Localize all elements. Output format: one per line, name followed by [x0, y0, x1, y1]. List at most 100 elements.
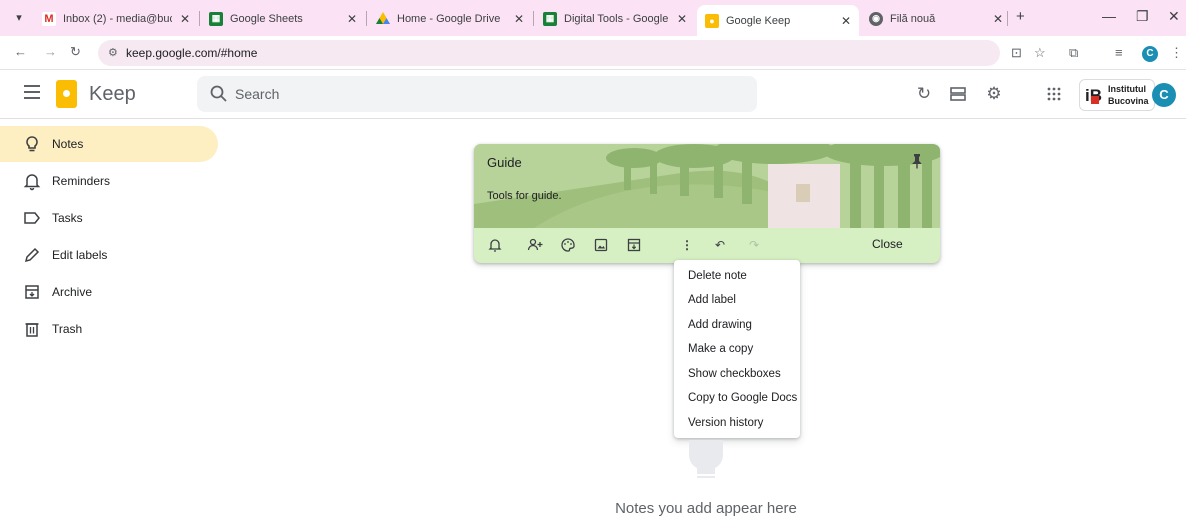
reading-list-icon[interactable]: ≡ — [1115, 45, 1123, 60]
sidebar-item-label: Trash — [52, 322, 83, 336]
url-omnibox[interactable]: ⚙ keep.google.com/#home — [98, 40, 1000, 66]
sidebar-item-archive[interactable]: Archive — [0, 274, 218, 310]
close-icon[interactable]: ✕ — [514, 12, 524, 26]
window-close-icon[interactable]: ✕ — [1168, 8, 1180, 25]
browser-profile-avatar[interactable]: C — [1142, 46, 1158, 62]
menu-item-make-copy[interactable]: Make a copy — [674, 338, 800, 360]
menu-item-copy-to-docs[interactable]: Copy to Google Docs — [674, 387, 800, 409]
drive-icon — [376, 12, 390, 26]
sidebar-item-reminders[interactable]: Reminders — [0, 163, 218, 199]
trash-icon — [25, 323, 39, 337]
url-text[interactable]: keep.google.com/#home — [126, 46, 257, 60]
tab-digital-tools[interactable]: ▦ Digital Tools - Google She ✕ — [535, 5, 695, 32]
sheets-icon: ▦ — [543, 11, 557, 26]
note-card[interactable]: Guide Tools for guide. ⋮ ↶ ↷ Close — [474, 144, 940, 263]
forward-arrow-icon[interactable]: → — [44, 44, 57, 59]
pencil-icon — [24, 247, 40, 263]
keep-logo-icon[interactable] — [56, 80, 77, 108]
tab-google-keep[interactable]: ● Google Keep ✕ — [697, 5, 859, 36]
tab-title: Inbox (2) - media@bucovi — [63, 12, 172, 25]
collaborator-icon[interactable] — [527, 237, 543, 253]
note-title[interactable]: Guide — [487, 155, 522, 170]
org-name-line2: Bucovina — [1108, 96, 1149, 106]
close-icon[interactable]: ✕ — [993, 12, 1003, 26]
list-view-icon[interactable] — [947, 83, 969, 105]
label-tag-icon — [24, 212, 40, 224]
browser-menu-icon[interactable]: ⋮ — [1170, 45, 1183, 61]
apps-grid-icon[interactable] — [1043, 83, 1065, 105]
archive-icon[interactable] — [626, 237, 642, 253]
menu-item-version-history[interactable]: Version history — [674, 412, 800, 434]
menu-item-delete-note[interactable]: Delete note — [674, 265, 800, 287]
note-toolbar: ⋮ ↶ ↷ Close — [474, 228, 940, 263]
new-tab-plus-icon[interactable]: + — [1016, 9, 1025, 25]
search-placeholder[interactable]: Search — [235, 86, 279, 102]
restore-icon[interactable]: ❐ — [1136, 8, 1149, 25]
main-menu-icon[interactable] — [24, 85, 40, 99]
menu-item-add-label[interactable]: Add label — [674, 289, 800, 311]
more-vert-icon[interactable]: ⋮ — [679, 237, 695, 253]
extensions-icon[interactable]: ⧉ — [1069, 45, 1078, 61]
keep-icon: ● — [705, 13, 719, 28]
bell-icon — [23, 174, 41, 191]
settings-gear-icon[interactable]: ⚙ — [983, 83, 1005, 105]
sidebar-item-tasks[interactable]: Tasks — [0, 200, 218, 236]
sidebar-item-label: Notes — [52, 137, 84, 151]
sidebar-item-label: Tasks — [52, 211, 83, 225]
tab-google-drive[interactable]: Home - Google Drive ✕ — [368, 5, 532, 32]
pin-icon[interactable] — [910, 153, 924, 169]
org-name-line1: Institutul — [1108, 84, 1146, 94]
tab-title: Filă nouă — [890, 12, 936, 25]
chrome-icon: ◉ — [869, 11, 883, 26]
browser-tab-strip: ▾ M Inbox (2) - media@bucovi ✕ ▦ Google … — [0, 0, 1186, 36]
close-button[interactable]: Close — [872, 237, 903, 251]
sidebar-item-trash[interactable]: Trash — [0, 311, 218, 347]
tab-title: Digital Tools - Google She — [564, 12, 669, 25]
tab-google-sheets[interactable]: ▦ Google Sheets ✕ — [201, 5, 365, 32]
note-body[interactable]: Tools for guide. — [487, 190, 562, 202]
sidebar-item-label: Edit labels — [52, 248, 108, 262]
archive-icon — [25, 285, 39, 299]
reload-icon[interactable]: ↻ — [70, 44, 81, 60]
site-settings-icon[interactable]: ⚙ — [108, 46, 118, 59]
sidebar-item-label: Archive — [52, 285, 93, 299]
app-name[interactable]: Keep — [89, 83, 136, 106]
organization-logo[interactable]: iB Institutul Bucovina — [1079, 79, 1155, 111]
back-arrow-icon[interactable]: ← — [14, 44, 27, 59]
org-mark: iB — [1085, 84, 1107, 108]
tab-search-icon[interactable]: ▾ — [10, 9, 28, 27]
tab-gmail[interactable]: M Inbox (2) - media@bucovi ✕ — [34, 5, 198, 32]
menu-item-add-drawing[interactable]: Add drawing — [674, 314, 800, 336]
search-input[interactable]: Search — [197, 76, 757, 112]
close-icon[interactable]: ✕ — [180, 12, 190, 26]
sidebar-item-edit-labels[interactable]: Edit labels — [0, 237, 218, 273]
close-icon[interactable]: ✕ — [841, 14, 851, 28]
tab-new-tab[interactable]: ◉ Filă nouă ✕ — [861, 5, 1011, 32]
redo-icon[interactable]: ↷ — [746, 237, 762, 253]
close-icon[interactable]: ✕ — [677, 12, 687, 26]
palette-icon[interactable] — [560, 237, 576, 253]
remind-me-bell-icon[interactable] — [487, 237, 503, 253]
refresh-icon[interactable]: ↻ — [913, 83, 935, 105]
lightbulb-icon — [26, 136, 38, 152]
search-icon[interactable] — [209, 84, 229, 104]
close-icon[interactable]: ✕ — [347, 12, 357, 26]
add-image-icon[interactable] — [593, 237, 609, 253]
keep-header: Keep Search ↻ ⚙ iB Institutul Bucovina C — [0, 71, 1186, 119]
sheets-icon: ▦ — [209, 11, 223, 26]
account-avatar[interactable]: C — [1152, 83, 1176, 107]
sidebar-item-label: Reminders — [52, 174, 111, 188]
install-app-icon[interactable]: ⊡ — [1011, 45, 1022, 61]
tab-title: Google Keep — [726, 14, 791, 27]
bookmark-star-icon[interactable]: ☆ — [1034, 45, 1046, 61]
tab-title: Google Sheets — [230, 12, 303, 25]
menu-item-show-checkboxes[interactable]: Show checkboxes — [674, 363, 800, 385]
tab-title: Home - Google Drive — [397, 12, 501, 25]
empty-notes-lightbulb-icon — [689, 440, 723, 478]
undo-icon[interactable]: ↶ — [712, 237, 728, 253]
sidebar-item-notes[interactable]: Notes — [0, 126, 218, 162]
minimize-icon[interactable]: — — [1102, 8, 1116, 24]
gmail-icon: M — [42, 11, 56, 26]
tab-separator — [366, 11, 367, 26]
tab-separator — [199, 11, 200, 26]
